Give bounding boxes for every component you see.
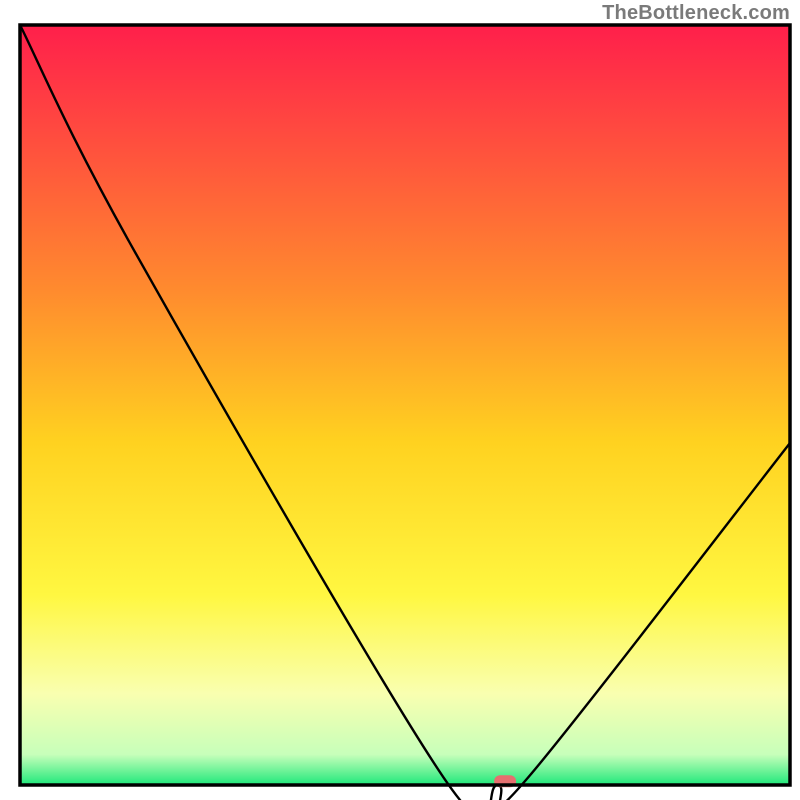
plot-background: [20, 25, 790, 785]
bottleneck-chart: [0, 0, 800, 800]
watermark-text: TheBottleneck.com: [602, 2, 790, 25]
chart-container: TheBottleneck.com: [0, 0, 800, 800]
